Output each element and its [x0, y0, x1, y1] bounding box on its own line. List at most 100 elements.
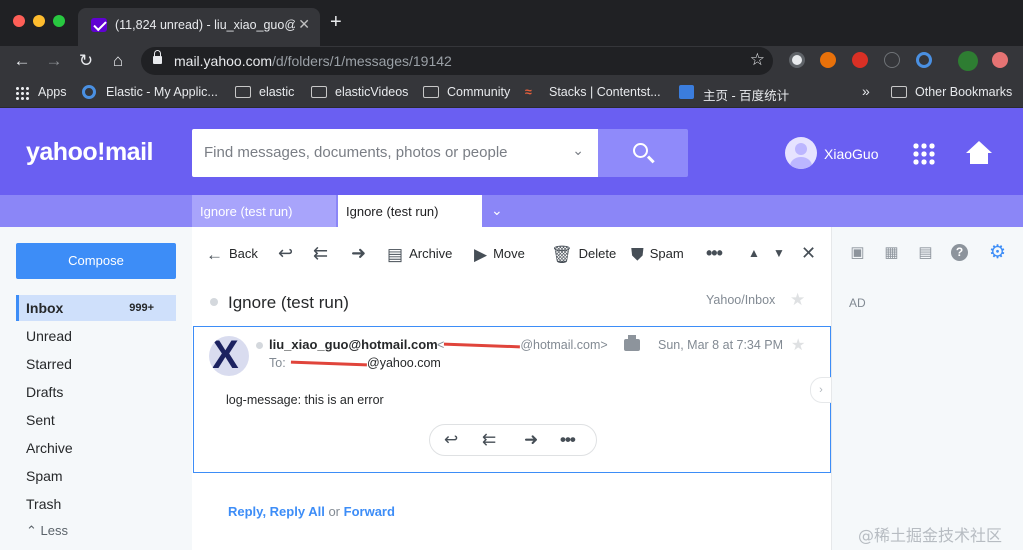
- bookmark-elastic-my-applic[interactable]: Elastic - My Applic...: [106, 85, 218, 99]
- sidebar-item-unread[interactable]: Unread: [16, 323, 176, 349]
- help-icon[interactable]: ?: [951, 244, 968, 261]
- forward-icon[interactable]: ➜: [524, 430, 538, 450]
- message-body: log-message: this is an error: [226, 393, 384, 407]
- sidebar-item-sent[interactable]: Sent: [16, 407, 176, 433]
- username[interactable]: XiaoGuo: [824, 146, 878, 162]
- reply-all-link[interactable]: Reply All: [270, 504, 325, 519]
- more-options-icon[interactable]: •••: [560, 430, 576, 450]
- to-label: To:: [269, 356, 286, 370]
- extension-pink-icon[interactable]: [992, 52, 1008, 68]
- back-button[interactable]: ← Back: [206, 245, 258, 265]
- bookmark-stacks-contentstack[interactable]: Stacks | Contentst...: [549, 85, 661, 99]
- avatar[interactable]: [785, 137, 817, 169]
- home-icon[interactable]: ⌂: [107, 50, 129, 72]
- spam-button[interactable]: ⛊ Spam: [631, 245, 684, 265]
- search-input[interactable]: Find messages, documents, photos or peop…: [192, 129, 598, 177]
- url-text: mail.yahoo.com/d/folders/1/messages/1914…: [174, 53, 452, 69]
- address-bar[interactable]: mail.yahoo.com/d/folders/1/messages/1914…: [141, 47, 773, 75]
- sender-address: < @hotmail.com>: [437, 337, 608, 352]
- reply-all-icon[interactable]: ⇇: [313, 243, 328, 264]
- less-toggle[interactable]: ⌃ Less: [26, 523, 68, 539]
- more-bookmarks-chevron-icon[interactable]: »: [862, 83, 870, 99]
- tab-ignore-test-run-active[interactable]: Ignore (test run): [338, 195, 482, 227]
- sidebar-item-starred[interactable]: Starred: [16, 351, 176, 377]
- quick-actions-bar: ↩ ⇇ ➜ •••: [429, 424, 597, 456]
- close-window-button[interactable]: [13, 15, 25, 27]
- next-message-icon[interactable]: ▼: [773, 246, 785, 260]
- bookmark-star-icon[interactable]: ☆: [750, 50, 765, 70]
- bookmark-baidu-stats[interactable]: 主页 - 百度统计: [703, 85, 789, 104]
- trash-icon: 🗑: [551, 245, 573, 264]
- archive-button[interactable]: ▤ Archive: [387, 245, 452, 265]
- chevron-right-icon[interactable]: ›: [810, 377, 832, 403]
- bookmark-other-bookmarks[interactable]: Other Bookmarks: [915, 85, 1012, 99]
- star-icon[interactable]: ★: [791, 335, 805, 355]
- reload-icon[interactable]: ↻: [75, 50, 97, 72]
- extension-blue-ring-icon[interactable]: [916, 52, 932, 68]
- more-options-icon[interactable]: •••: [706, 243, 723, 264]
- extension-red-hand-icon[interactable]: [852, 52, 868, 68]
- browser-tab[interactable]: (11,824 unread) - liu_xiao_guo@y ✕: [78, 8, 320, 46]
- forward-icon[interactable]: ➜: [351, 243, 366, 264]
- forward-arrow-icon[interactable]: →: [43, 50, 65, 72]
- extension-orange-icon[interactable]: [820, 52, 836, 68]
- sidebar-item-archive[interactable]: Archive: [16, 435, 176, 461]
- reply-icon[interactable]: ↩: [278, 243, 293, 264]
- close-icon[interactable]: ✕: [801, 243, 816, 264]
- sidebar-item-spam[interactable]: Spam: [16, 463, 176, 489]
- reply-all-icon[interactable]: ⇇: [482, 430, 496, 450]
- apps-grid-icon[interactable]: [912, 142, 936, 166]
- browser-toolbar: ← → ↻ ⌂ mail.yahoo.com/d/folders/1/messa…: [0, 46, 1023, 77]
- sidebar-item-trash[interactable]: Trash: [16, 491, 176, 517]
- previous-message-icon[interactable]: ▲: [748, 246, 760, 260]
- bookmark-apps[interactable]: Apps: [38, 85, 67, 99]
- redaction-mark: [444, 337, 521, 349]
- extension-info-icon[interactable]: [884, 52, 900, 68]
- yahoo-mail-logo[interactable]: yahoo!mail: [26, 138, 153, 167]
- message-subject: Ignore (test run): [228, 293, 349, 312]
- close-tab-icon[interactable]: ✕: [298, 16, 310, 33]
- sender-name[interactable]: liu_xiao_guo@hotmail.com: [269, 337, 438, 352]
- new-tab-button[interactable]: +: [330, 12, 342, 32]
- chevron-down-icon[interactable]: ⌄: [491, 202, 503, 219]
- search-icon: [633, 143, 648, 158]
- reply-icon[interactable]: ↩: [444, 430, 458, 450]
- folder-icon: [423, 86, 439, 98]
- browser-tab-title: (11,824 unread) - liu_xiao_guo@y: [115, 18, 295, 32]
- folder-icon: [235, 86, 251, 98]
- delete-button[interactable]: 🗑 Delete: [551, 245, 616, 265]
- calendar-icon[interactable]: ▦: [883, 244, 900, 261]
- unread-dot-icon: [210, 298, 218, 306]
- home-icon[interactable]: [966, 141, 992, 165]
- compose-button[interactable]: Compose: [16, 243, 176, 279]
- folder-sidebar: Compose Inbox 999+ Unread Starred Drafts…: [0, 227, 192, 550]
- extension-gray-icon[interactable]: [789, 52, 805, 68]
- forward-link[interactable]: Forward: [344, 504, 395, 519]
- notepad-icon[interactable]: ▤: [917, 244, 934, 261]
- bookmark-community[interactable]: Community: [447, 85, 510, 99]
- bookmark-elasticvideos[interactable]: elasticVideos: [335, 85, 408, 99]
- profile-avatar-icon[interactable]: [958, 51, 978, 71]
- search-placeholder: Find messages, documents, photos or peop…: [204, 144, 508, 161]
- or-text: or: [328, 504, 341, 519]
- maximize-window-button[interactable]: [53, 15, 65, 27]
- back-arrow-icon[interactable]: ←: [11, 50, 33, 72]
- move-button[interactable]: ▶ Move: [474, 245, 525, 265]
- gear-icon[interactable]: ⚙: [989, 243, 1006, 262]
- archive-icon: ▤: [387, 245, 404, 264]
- reply-link[interactable]: Reply: [228, 504, 262, 519]
- minimize-window-button[interactable]: [33, 15, 45, 27]
- print-icon[interactable]: [624, 335, 640, 351]
- bookmark-elastic[interactable]: elastic: [259, 85, 294, 99]
- tab-ignore-test-run[interactable]: Ignore (test run): [192, 195, 336, 227]
- ad-label: AD: [849, 296, 866, 310]
- elastic-bookmark-icon: [82, 85, 96, 99]
- search-button[interactable]: [598, 129, 688, 177]
- sidebar-item-drafts[interactable]: Drafts: [16, 379, 176, 405]
- contacts-icon[interactable]: ▣: [849, 244, 866, 261]
- recipient-address: @yahoo.com: [290, 355, 441, 370]
- chevron-down-icon[interactable]: ⌄: [572, 142, 584, 159]
- back-arrow-icon: ←: [206, 245, 223, 264]
- star-icon[interactable]: ★: [790, 290, 805, 310]
- sidebar-item-inbox[interactable]: Inbox 999+: [16, 295, 176, 321]
